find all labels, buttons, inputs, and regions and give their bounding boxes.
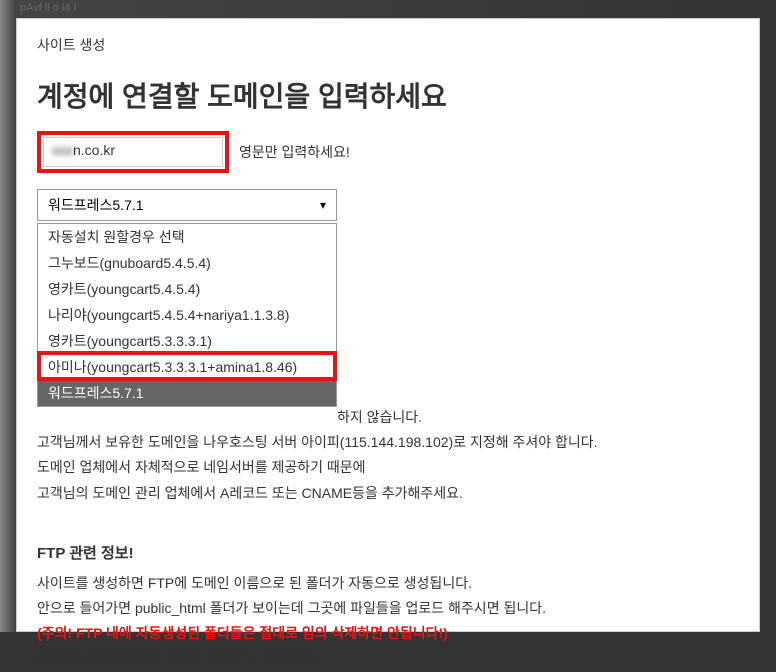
- info-line: 도메인 업체에서 자체적으로 네임서버를 제공하기 때문에: [37, 455, 739, 480]
- domain-blurred-part: xxx: [52, 142, 73, 158]
- domain-visible-part: n.co.kr: [73, 142, 115, 158]
- ftp-line: 임의 삭제시 웹서버가 오류로 멈출수도 있습니다!: [37, 646, 739, 671]
- chevron-down-icon: ▾: [320, 198, 326, 212]
- dropdown-item[interactable]: 자동설치 원할경우 선택: [38, 224, 336, 250]
- domain-input[interactable]: xxxn.co.kr: [43, 137, 223, 167]
- dropdown-item[interactable]: 영카트(youngcart5.3.3.3.1): [38, 328, 336, 354]
- info-line: 고객님께서 보유한 도메인을 나우호스팅 서버 아이피(115.144.198.…: [37, 430, 739, 455]
- domain-hint: 영문만 입력하세요!: [239, 142, 350, 162]
- platform-select[interactable]: 워드프레스5.7.1 ▾: [37, 189, 337, 221]
- select-value: 워드프레스5.7.1: [48, 195, 144, 215]
- backdrop-hint: pAvf ll d l4 l: [20, 2, 76, 14]
- ftp-warning: (주의! FTP 내에 자동생성된 폴더들은 절대로 임의 삭제하면 안됩니다!…: [37, 621, 739, 646]
- platform-select-wrap: 워드프레스5.7.1 ▾ 자동설치 원할경우 선택 그누보드(gnuboard5…: [37, 189, 739, 221]
- info-section: 하지 않습니다. 고객님께서 보유한 도메인을 나우호스팅 서버 아이피(115…: [37, 405, 739, 506]
- dropdown-item-selected[interactable]: 워드프레스5.7.1: [38, 380, 336, 406]
- dropdown-item[interactable]: 영카트(youngcart5.4.5.4): [38, 276, 336, 302]
- ftp-line: 안으로 들어가면 public_html 폴더가 보이는데 그곳에 파일들을 업…: [37, 596, 739, 621]
- dropdown-item[interactable]: 아미나(youngcart5.3.3.3.1+amina1.8.46): [38, 354, 336, 380]
- site-create-modal: 사이트 생성 계정에 연결할 도메인을 입력하세요 xxxn.co.kr 영문만…: [16, 18, 760, 632]
- info-line-partial: 하지 않습니다.: [337, 405, 739, 430]
- info-line: 고객님의 도메인 관리 업체에서 A레코드 또는 CNAME등을 추가해주세요.: [37, 481, 739, 506]
- modal-title: 사이트 생성: [37, 35, 739, 55]
- ftp-section: FTP 관련 정보! 사이트를 생성하면 FTP에 도메인 이름으로 된 폴더가…: [37, 542, 739, 672]
- dropdown-item[interactable]: 나리야(youngcart5.4.5.4+nariya1.1.3.8): [38, 302, 336, 328]
- ftp-line: 사이트를 생성하면 FTP에 도메인 이름으로 된 폴더가 자동으로 생성됩니다…: [37, 571, 739, 596]
- domain-input-highlight: xxxn.co.kr: [37, 131, 229, 173]
- dropdown-item[interactable]: 그누보드(gnuboard5.4.5.4): [38, 250, 336, 276]
- domain-input-row: xxxn.co.kr 영문만 입력하세요!: [37, 131, 739, 173]
- platform-dropdown: 자동설치 원할경우 선택 그누보드(gnuboard5.4.5.4) 영카트(y…: [37, 223, 337, 407]
- ftp-title: FTP 관련 정보!: [37, 542, 739, 563]
- main-heading: 계정에 연결할 도메인을 입력하세요: [37, 75, 739, 115]
